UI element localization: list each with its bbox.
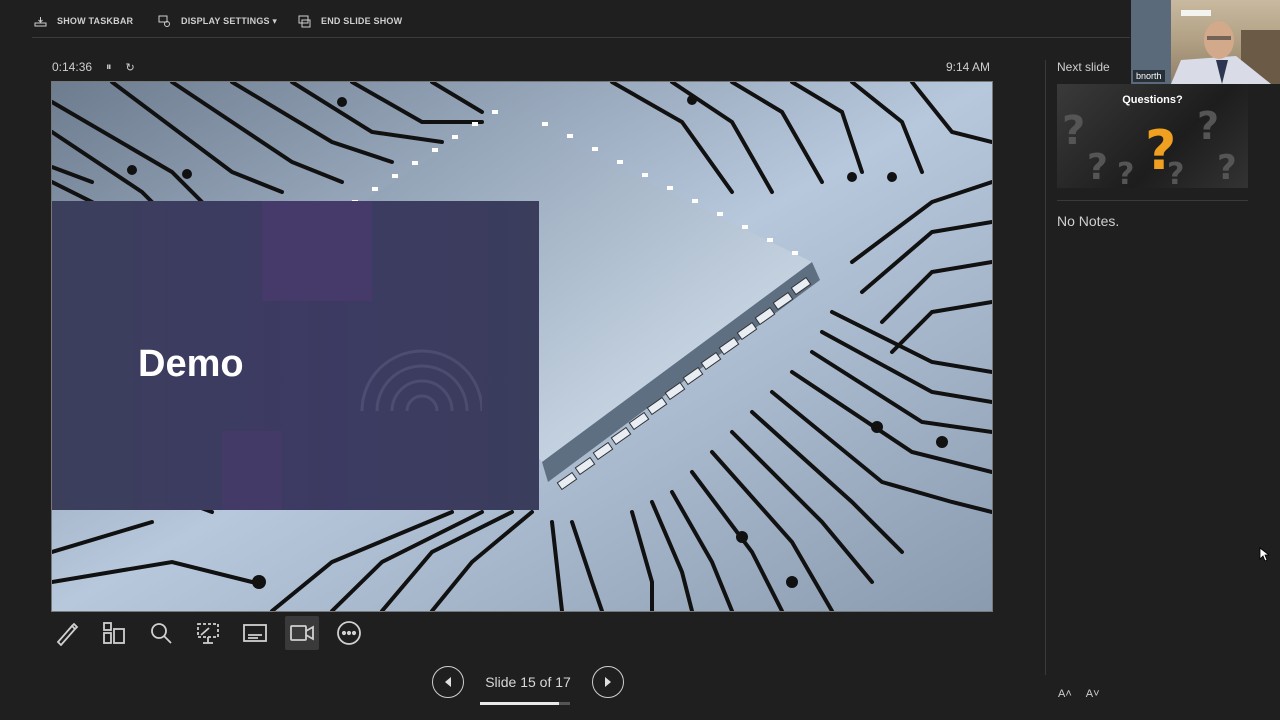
notes-font-controls: A˄ A˅ [1058,688,1100,700]
subtitles-icon [243,624,267,642]
display-settings-icon [158,15,170,27]
see-all-slides-icon [103,622,125,644]
pen-tool-button[interactable] [50,616,84,650]
participant-name: bnorth [1133,70,1165,82]
zoom-icon [151,623,172,644]
zoom-button[interactable] [144,616,178,650]
more-options-icon [337,621,361,645]
next-slide-thumbnail[interactable]: ?? ?? ?? ? Questions? [1057,84,1248,188]
title-panel: Demo [52,201,539,510]
slide-timer: 0:14:36 ⏸ ↻ [52,60,135,74]
show-taskbar-button[interactable]: SHOW TASKBAR [34,12,133,30]
decrease-font-button[interactable]: A˅ [1086,688,1100,700]
pointer-screen-icon [197,623,219,644]
restart-timer-icon[interactable]: ↻ [126,61,135,74]
pointer-screen-button[interactable] [191,616,225,650]
elapsed-time: 0:14:36 [52,60,93,74]
decorative-arcs [360,349,482,411]
previous-arrow-icon [445,677,451,687]
decorative-block [222,431,282,510]
svg-text:?: ? [1062,108,1085,154]
see-all-slides-button[interactable] [97,616,131,650]
next-slide-button[interactable] [592,666,624,698]
slide-progress-bar [480,702,570,705]
speaker-notes: No Notes. [1057,213,1120,229]
slide-tools [50,616,366,650]
next-slide-title: Questions? [1122,94,1183,106]
end-slide-show-button[interactable]: END SLIDE SHOW [298,12,402,30]
pause-timer-icon[interactable]: ⏸ [106,61,112,74]
increase-font-button[interactable]: A˄ [1058,688,1072,700]
previous-slide-button[interactable] [432,666,464,698]
svg-text:?: ? [1087,147,1108,188]
slide-progress-fill [480,702,560,705]
display-settings-label: DISPLAY SETTINGS ▾ [181,15,278,26]
notes-divider [1057,200,1248,201]
pen-icon [56,622,79,646]
camera-icon [290,625,314,641]
end-slide-show-icon [298,15,311,27]
svg-text:?: ? [1217,148,1237,188]
decorative-block [262,201,372,301]
end-slide-show-label: END SLIDE SHOW [321,16,403,26]
current-slide[interactable]: Demo [51,81,993,612]
toolbar-divider [32,37,1130,38]
slide-navigation: Slide 15 of 17 [432,666,624,705]
display-settings-button[interactable]: DISPLAY SETTINGS ▾ [158,12,277,30]
slide-counter[interactable]: Slide 15 of 17 [464,674,592,705]
slide-counter-label: Slide 15 of 17 [485,674,571,690]
next-slide-label: Next slide [1057,60,1110,74]
svg-text:?: ? [1197,104,1219,148]
presenter-toolbar: SHOW TASKBAR DISPLAY SETTINGS ▾ END SLID… [0,0,1130,38]
subtitles-button[interactable] [238,616,272,650]
mouse-cursor-icon [1259,547,1269,562]
webcam-overlay: bnorth [1131,0,1280,84]
svg-text:?: ? [1117,157,1134,188]
more-options-button[interactable] [332,616,366,650]
taskbar-icon [34,16,47,26]
current-time: 9:14 AM [945,60,990,74]
show-taskbar-label: SHOW TASKBAR [57,16,134,26]
panel-divider [1045,60,1046,675]
next-arrow-icon [605,677,611,687]
slide-title: Demo [138,343,244,385]
svg-text:?: ? [1145,119,1176,182]
camera-toggle-button[interactable] [285,616,319,650]
